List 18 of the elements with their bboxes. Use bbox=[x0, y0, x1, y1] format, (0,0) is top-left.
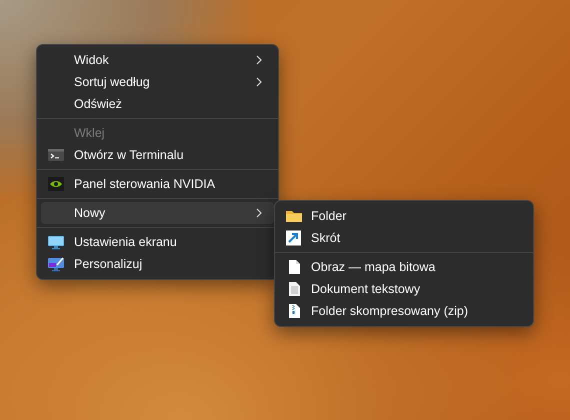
menu-item[interactable]: Nowy bbox=[41, 202, 274, 224]
terminal-icon bbox=[47, 147, 65, 163]
menu-item[interactable]: Odśwież bbox=[41, 93, 274, 115]
menu-item[interactable]: Ustawienia ekranu bbox=[41, 231, 274, 253]
menu-item[interactable]: Otwórz w Terminalu bbox=[41, 144, 274, 166]
folder-icon bbox=[285, 208, 303, 224]
menu-item[interactable]: Widok bbox=[41, 49, 274, 71]
menu-item[interactable]: Skrót bbox=[279, 227, 529, 249]
eye-logo-icon bbox=[47, 176, 65, 192]
monitor-brush-icon bbox=[47, 256, 65, 272]
menu-item[interactable]: Panel sterowania NVIDIA bbox=[41, 173, 274, 195]
menu-item[interactable]: Dokument tekstowy bbox=[279, 278, 529, 300]
menu-item[interactable]: Folder skompresowany (zip) bbox=[279, 300, 529, 322]
menu-item[interactable]: Sortuj według bbox=[41, 71, 274, 93]
menu-item[interactable]: Obraz — mapa bitowa bbox=[279, 256, 529, 278]
menu-item[interactable]: Personalizuj bbox=[41, 253, 274, 275]
monitor-icon bbox=[47, 234, 65, 250]
menu-item[interactable]: Folder bbox=[279, 205, 529, 227]
